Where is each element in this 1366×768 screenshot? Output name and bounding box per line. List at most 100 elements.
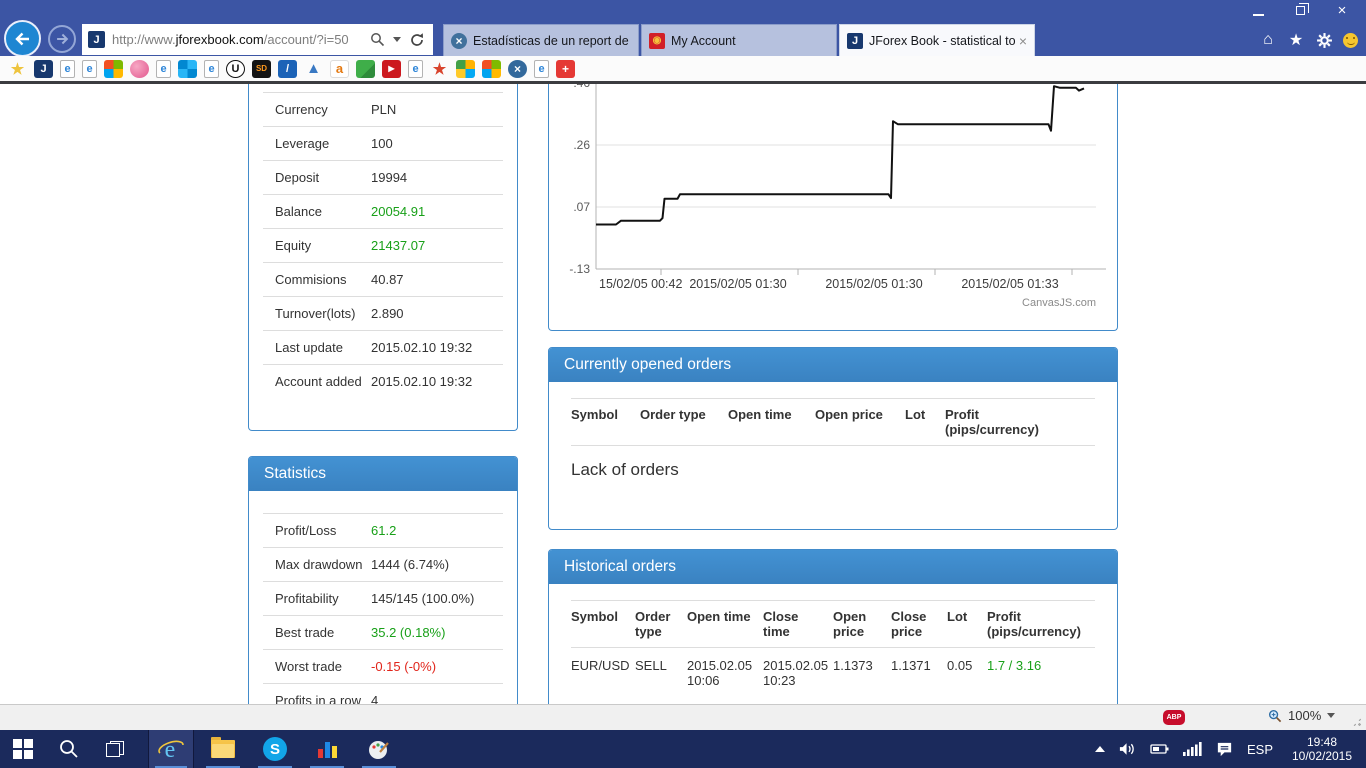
taskbar-ie-button[interactable]: e <box>148 730 194 768</box>
browser-status-bar: ABP 100% <box>0 704 1366 730</box>
stats-site-favicon[interactable]: × <box>451 33 467 49</box>
address-bar-icons <box>370 32 427 48</box>
minimize-button[interactable] <box>1244 2 1272 19</box>
file-explorer-icon <box>211 740 235 758</box>
historical-orders-panel: Historical orders SymbolOrder typeOpen t… <box>548 549 1118 704</box>
account-info-table: CurrencyPLNLeverage100Deposit19994Balanc… <box>263 92 503 398</box>
column-header: Lot <box>905 407 945 437</box>
profit-chart-panel[interactable]: .46.26.07-.1315/02/05 00:422015/02/05 01… <box>548 84 1118 331</box>
y-axis-tick-label: .26 <box>573 138 590 152</box>
zoom-dropdown-icon[interactable] <box>1327 713 1335 718</box>
close-button[interactable]: × <box>1328 2 1356 19</box>
minimize-icon <box>1253 14 1264 16</box>
profit-line-chart[interactable]: .46.26.07-.1315/02/05 00:422015/02/05 01… <box>549 84 1117 329</box>
statistics-table: Profit/Loss61.2Max drawdown1444 (6.74%)P… <box>263 513 503 704</box>
ie-page-favicon[interactable]: e <box>60 60 75 78</box>
sd-logo-favicon[interactable]: SD <box>252 60 271 78</box>
microsoft-favicon[interactable] <box>104 60 123 78</box>
start-button[interactable] <box>0 730 46 768</box>
volume-icon[interactable] <box>1118 740 1137 758</box>
column-header: Order type <box>640 407 728 437</box>
browser-tab[interactable]: ◉ My Account <box>641 24 837 56</box>
blue-slash-logo-favicon[interactable]: / <box>278 60 297 78</box>
close-tab-icon[interactable]: × <box>1019 33 1027 49</box>
plus-logo-favicon[interactable]: + <box>556 60 575 78</box>
x-axis-tick-label: 2015/02/05 01:33 <box>961 277 1058 291</box>
u-logo-favicon[interactable]: U <box>226 60 245 78</box>
info-label: Commisions <box>263 272 371 287</box>
column-header: Open price <box>833 609 891 639</box>
adblock-plus-icon[interactable]: ABP <box>1163 710 1185 725</box>
jforex-favicon[interactable]: J <box>34 60 53 78</box>
info-row: Leverage100 <box>263 126 503 160</box>
settings-gear-icon[interactable] <box>1315 31 1333 49</box>
feedback-smiley-icon[interactable] <box>1343 33 1358 48</box>
language-indicator[interactable]: ESP <box>1247 742 1273 757</box>
youtube-favicon[interactable]: ▶ <box>382 60 401 78</box>
star-logo-favicon[interactable]: ★ <box>430 60 449 78</box>
zoom-level-label: 100% <box>1288 708 1321 723</box>
x-axis-tick-label: 2015/02/05 01:30 <box>689 277 786 291</box>
profit-line-series <box>596 86 1084 224</box>
taskbar-clock[interactable]: 19:4810/02/2015 <box>1286 735 1358 763</box>
info-label: Account added <box>263 374 371 389</box>
taskbar-search-button[interactable] <box>46 730 92 768</box>
ie-page-favicon[interactable]: e <box>534 60 549 78</box>
forward-button[interactable] <box>48 25 76 53</box>
taskbar-explorer-button[interactable] <box>200 730 246 768</box>
search-icon[interactable] <box>370 32 385 47</box>
tab-label: My Account <box>671 34 829 48</box>
table-cell: EUR/USD <box>571 658 635 688</box>
page-content: CurrencyPLNLeverage100Deposit19994Balanc… <box>0 84 1366 704</box>
ie-page-favicon[interactable]: e <box>204 60 219 78</box>
ie-page-favicon[interactable]: e <box>82 60 97 78</box>
amazon-favicon[interactable]: a <box>330 60 349 78</box>
browser-tab[interactable]: ×Estadísticas de un report de Du... <box>443 24 639 56</box>
address-bar[interactable]: J http://www.jforexbook.com/account/?i=5… <box>82 24 433 55</box>
restore-button[interactable] <box>1286 2 1314 19</box>
column-header: Open time <box>728 407 815 437</box>
opened-orders-header: SymbolOrder typeOpen timeOpen priceLotPr… <box>571 398 1095 446</box>
browser-tab[interactable]: JJForex Book - statistical tools× <box>839 24 1035 56</box>
forward-arrow-icon <box>53 30 71 48</box>
task-view-icon <box>106 741 124 757</box>
add-favorite-star-icon[interactable]: ★ <box>8 60 27 78</box>
dukascopy-favicon[interactable]: ◉ <box>649 33 665 49</box>
address-dropdown-icon[interactable] <box>393 37 401 42</box>
pink-logo-favicon[interactable] <box>130 60 149 78</box>
action-center-icon[interactable] <box>1215 740 1234 758</box>
chart-app-icon <box>315 737 339 761</box>
grid-logo-favicon[interactable] <box>456 60 475 78</box>
info-row: Max drawdown1444 (6.74%) <box>263 547 503 581</box>
green-logo-favicon[interactable] <box>356 60 375 78</box>
taskbar-chart-app-button[interactable] <box>304 730 350 768</box>
internet-explorer-icon: e <box>157 735 185 763</box>
battery-icon[interactable] <box>1150 741 1170 757</box>
windows-favicon[interactable] <box>178 60 197 78</box>
zoom-control[interactable]: 100% <box>1268 708 1335 723</box>
info-label: Equity <box>263 238 371 253</box>
network-signal-icon[interactable] <box>1183 741 1202 757</box>
ie-page-favicon[interactable]: e <box>156 60 171 78</box>
table-cell: 1.1373 <box>833 658 891 688</box>
home-icon[interactable]: ⌂ <box>1259 31 1277 49</box>
ie-page-favicon[interactable]: e <box>408 60 423 78</box>
favorites-star-icon[interactable]: ★ <box>1287 31 1305 49</box>
back-button[interactable] <box>4 20 41 57</box>
jforex-favicon[interactable]: J <box>847 33 863 49</box>
info-label: Profit/Loss <box>263 523 371 538</box>
column-header: Profit (pips/currency) <box>945 407 1055 437</box>
task-view-button[interactable] <box>92 730 138 768</box>
refresh-icon[interactable] <box>409 32 425 48</box>
x-axis-tick-label: 2015/02/05 01:30 <box>825 277 922 291</box>
url-text[interactable]: http://www.jforexbook.com/account/?i=50 <box>112 32 370 47</box>
info-value: 2.890 <box>371 306 404 321</box>
taskbar-paint-button[interactable] <box>356 730 402 768</box>
taskbar-skype-button[interactable]: S <box>252 730 298 768</box>
microsoft-favicon[interactable] <box>482 60 501 78</box>
x-circle-favicon[interactable]: × <box>508 60 527 78</box>
triangle-logo-favicon[interactable]: ▲ <box>304 60 323 78</box>
resize-grip[interactable] <box>1352 717 1362 727</box>
windows-logo-icon <box>13 739 33 759</box>
hidden-icons-icon[interactable] <box>1095 746 1105 752</box>
